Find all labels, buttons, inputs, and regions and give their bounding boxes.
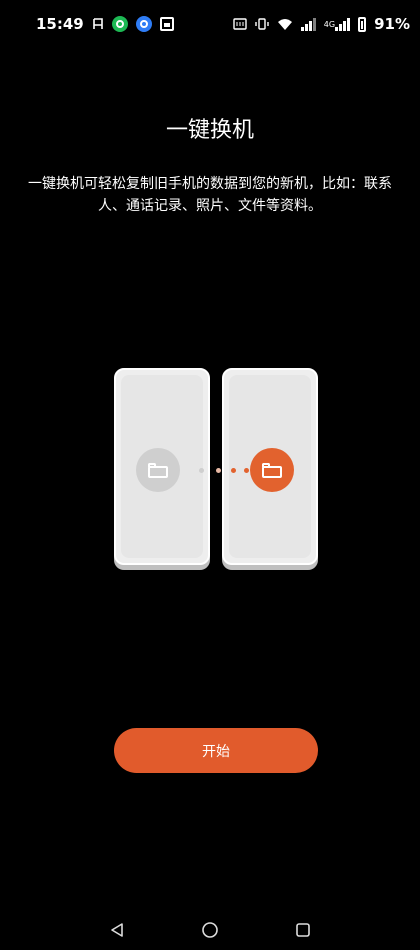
signal-icon [300, 17, 316, 31]
blue-app-icon [135, 16, 152, 32]
gallery-icon [159, 17, 174, 31]
new-phone-folder-icon [250, 448, 294, 492]
status-time: 15:49 [36, 15, 84, 33]
transfer-illustration [110, 368, 320, 570]
transfer-dot [216, 468, 221, 473]
nfc-icon [233, 18, 247, 30]
status-bar: 15:49 4G 91% [0, 0, 420, 48]
transfer-dot [231, 468, 236, 473]
home-icon[interactable] [196, 916, 224, 944]
green-app-icon [111, 16, 128, 32]
recents-icon[interactable] [289, 916, 317, 944]
phone-clone-screen: 15:49 4G 91% 一键换机 一键换机可轻松复制旧手机的数据到您的新机，比… [0, 0, 420, 950]
wifi-icon [277, 18, 293, 31]
back-icon[interactable] [103, 916, 131, 944]
transfer-dot [244, 468, 249, 473]
status-left: 15:49 [36, 15, 174, 33]
navigation-bar [0, 910, 420, 950]
notification-icon [92, 17, 104, 31]
vibrate-icon [255, 18, 269, 30]
battery-percent: 91% [374, 15, 410, 33]
start-button[interactable]: 开始 [114, 728, 318, 773]
battery-icon [358, 16, 367, 32]
signal-4g-icon: 4G [323, 17, 351, 31]
network-label: 4G [323, 19, 336, 29]
old-phone-folder-icon [136, 448, 180, 492]
transfer-dot [199, 468, 204, 473]
status-right: 4G 91% [233, 15, 410, 33]
page-description: 一键换机可轻松复制旧手机的数据到您的新机，比如：联系人、通话记录、照片、文件等资… [28, 176, 392, 214]
page-title: 一键换机 [165, 118, 254, 143]
